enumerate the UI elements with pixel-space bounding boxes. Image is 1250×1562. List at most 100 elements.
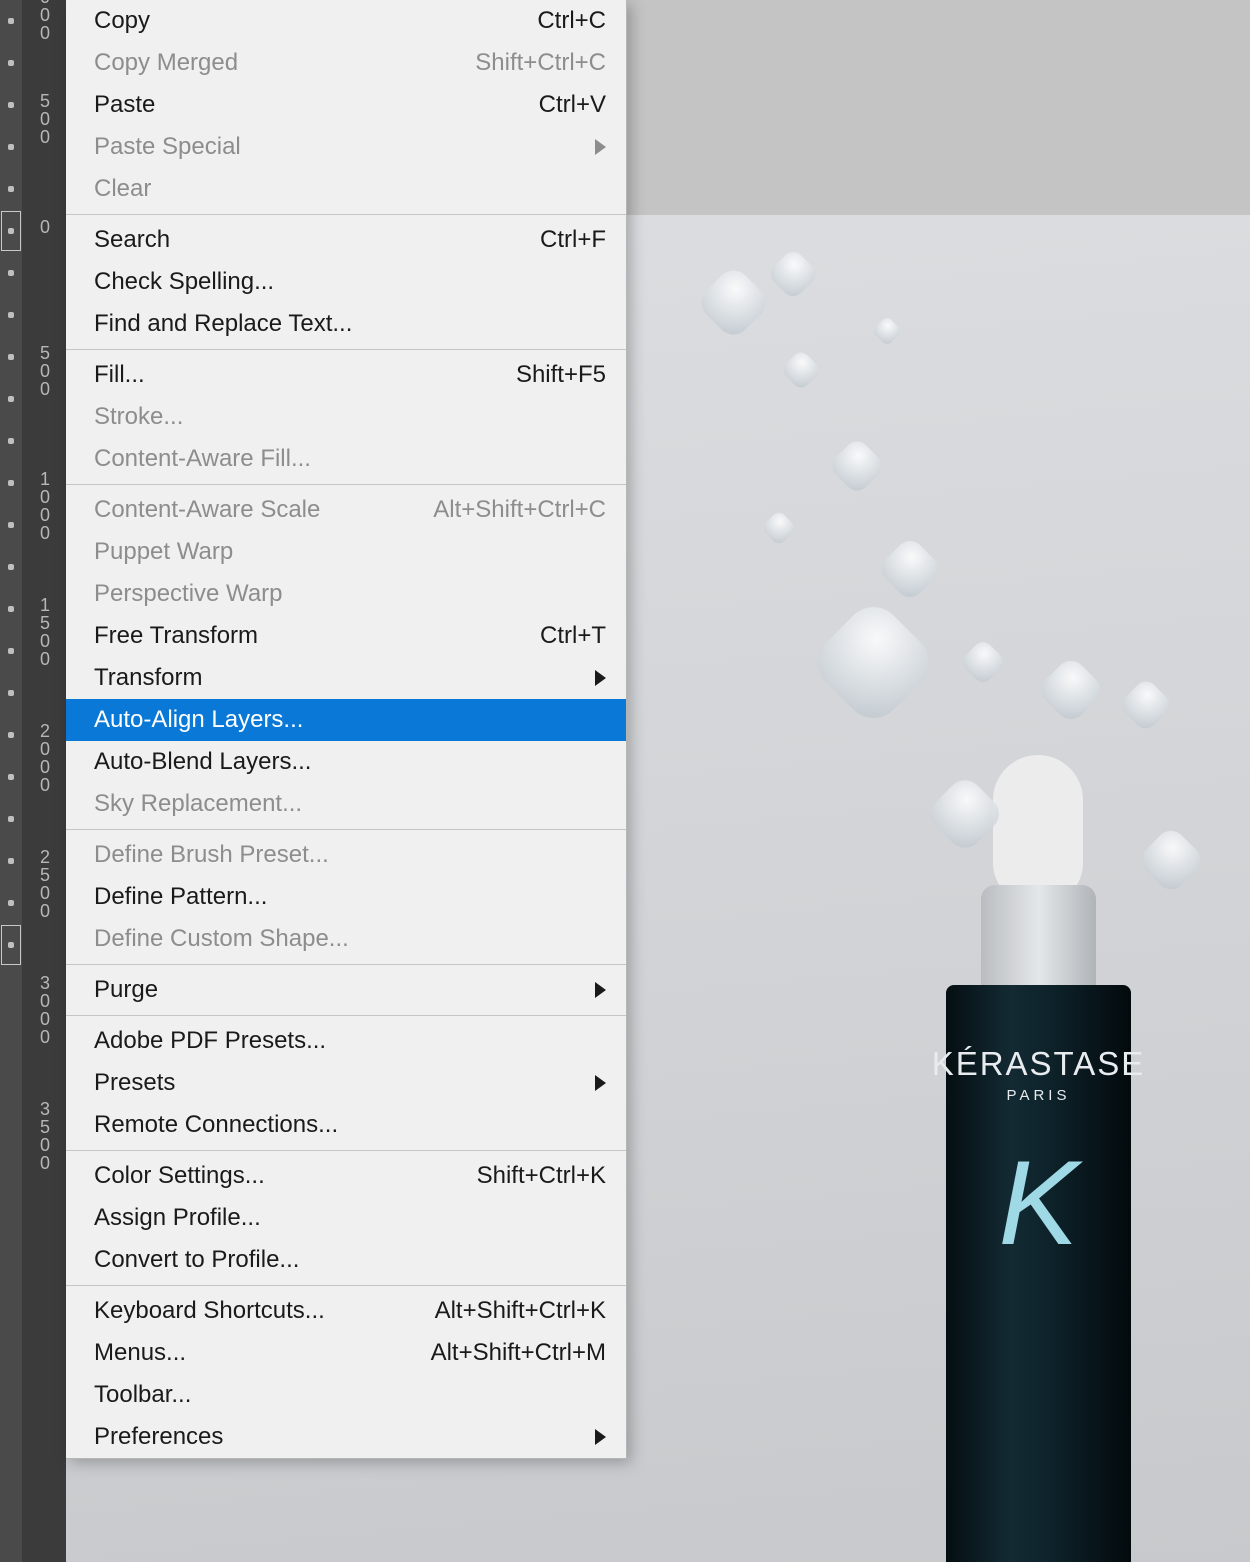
- menu-item-shortcut: Alt+Shift+Ctrl+M: [431, 1339, 606, 1367]
- diamond-icon: [806, 595, 940, 729]
- menu-item-content-aware-fill: Content-Aware Fill...: [66, 438, 626, 480]
- diamond-icon: [761, 510, 798, 547]
- menu-item-transform[interactable]: Transform: [66, 657, 626, 699]
- menu-item-shortcut: Shift+Ctrl+C: [475, 49, 606, 77]
- menu-item-label: Content-Aware Fill...: [94, 445, 311, 473]
- menu-item-keyboard-shortcuts[interactable]: Keyboard Shortcuts...Alt+Shift+Ctrl+K: [66, 1290, 626, 1332]
- tool-slot[interactable]: [0, 0, 22, 42]
- ruler-tick: 3500: [30, 1100, 60, 1172]
- menu-item-label: Define Custom Shape...: [94, 925, 349, 953]
- menu-item-label: Fill...: [94, 361, 145, 389]
- menu-item-label: Search: [94, 226, 170, 254]
- menu-item-purge[interactable]: Purge: [66, 969, 626, 1011]
- menu-item-shortcut: Shift+Ctrl+K: [477, 1162, 606, 1190]
- menu-item-convert-to-profile[interactable]: Convert to Profile...: [66, 1239, 626, 1281]
- diamond-icon: [871, 315, 902, 346]
- menu-item-define-custom-shape: Define Custom Shape...: [66, 918, 626, 960]
- menu-item-shortcut: Ctrl+T: [540, 622, 606, 650]
- menu-item-copy[interactable]: CopyCtrl+C: [66, 0, 626, 42]
- ruler-tick: 500: [30, 344, 60, 398]
- menu-item-perspective-warp: Perspective Warp: [66, 573, 626, 615]
- ruler-tick: 2500: [30, 848, 60, 920]
- tools-panel: [0, 0, 22, 1562]
- ruler-tick: 3000: [30, 974, 60, 1046]
- menu-item-search[interactable]: Search Ctrl+F: [66, 219, 626, 261]
- tool-slot[interactable]: [0, 588, 22, 630]
- menu-item-paste[interactable]: PasteCtrl+V: [66, 84, 626, 126]
- submenu-arrow-icon: [595, 1429, 606, 1445]
- menu-item-assign-profile[interactable]: Assign Profile...: [66, 1197, 626, 1239]
- edit-menu-dropdown[interactable]: CopyCtrl+CCopy MergedShift+Ctrl+CPasteCt…: [66, 0, 627, 1459]
- menu-item-label: Free Transform: [94, 622, 258, 650]
- menu-item-content-aware-scale: Content-Aware ScaleAlt+Shift+Ctrl+C: [66, 489, 626, 531]
- ruler-tick: 1000: [30, 0, 60, 42]
- tool-slot[interactable]: [0, 336, 22, 378]
- tool-slot[interactable]: [0, 126, 22, 168]
- submenu-arrow-icon: [595, 982, 606, 998]
- menu-item-stroke: Stroke...: [66, 396, 626, 438]
- menu-item-label: Find and Replace Text...: [94, 310, 352, 338]
- menu-item-free-transform[interactable]: Free Transform Ctrl+T: [66, 615, 626, 657]
- menu-separator: [66, 214, 626, 215]
- diamond-icon: [780, 349, 822, 391]
- product-sub-text: PARIS: [1007, 1087, 1071, 1104]
- menu-item-label: Puppet Warp: [94, 538, 233, 566]
- menu-item-color-settings[interactable]: Color Settings... Shift+Ctrl+K: [66, 1155, 626, 1197]
- tool-slot[interactable]: [0, 294, 22, 336]
- menu-item-find-and-replace-text[interactable]: Find and Replace Text...: [66, 303, 626, 345]
- menu-item-presets[interactable]: Presets: [66, 1062, 626, 1104]
- menu-item-label: Copy: [94, 7, 150, 35]
- menu-item-toolbar[interactable]: Toolbar...: [66, 1374, 626, 1416]
- ruler-tick: 500: [30, 92, 60, 146]
- ruler-tick: 2000: [30, 722, 60, 794]
- menu-item-clear: Clear: [66, 168, 626, 210]
- menu-separator: [66, 1015, 626, 1016]
- menu-item-paste-special: Paste Special: [66, 126, 626, 168]
- tool-slot[interactable]: [0, 462, 22, 504]
- menu-item-define-pattern[interactable]: Define Pattern...: [66, 876, 626, 918]
- tool-slot-active[interactable]: [0, 210, 22, 252]
- menu-item-label: Toolbar...: [94, 1381, 191, 1409]
- menu-item-auto-blend-layers[interactable]: Auto-Blend Layers...: [66, 741, 626, 783]
- menu-item-label: Preferences: [94, 1423, 223, 1451]
- tool-slot[interactable]: [0, 714, 22, 756]
- menu-item-label: Paste: [94, 91, 155, 119]
- tool-slot[interactable]: [0, 168, 22, 210]
- tool-slot[interactable]: [0, 42, 22, 84]
- tool-slot[interactable]: [0, 672, 22, 714]
- tool-slot[interactable]: [0, 84, 22, 126]
- menu-item-label: Paste Special: [94, 133, 241, 161]
- tool-slot-color[interactable]: [0, 924, 22, 966]
- menu-separator: [66, 349, 626, 350]
- menu-item-label: Menus...: [94, 1339, 186, 1367]
- diamond-icon: [766, 247, 820, 301]
- menu-item-shortcut: Alt+Shift+Ctrl+C: [433, 496, 606, 524]
- tool-slot[interactable]: [0, 840, 22, 882]
- tool-slot[interactable]: [0, 630, 22, 672]
- menu-item-shortcut: Ctrl+F: [540, 226, 606, 254]
- menu-separator: [66, 964, 626, 965]
- tool-slot[interactable]: [0, 252, 22, 294]
- menu-item-fill[interactable]: Fill...Shift+F5: [66, 354, 626, 396]
- tool-slot[interactable]: [0, 798, 22, 840]
- tool-slot[interactable]: [0, 378, 22, 420]
- tool-slot[interactable]: [0, 420, 22, 462]
- tool-slot[interactable]: [0, 756, 22, 798]
- menu-item-copy-merged: Copy Merged Shift+Ctrl+C: [66, 42, 626, 84]
- menu-item-check-spelling[interactable]: Check Spelling...: [66, 261, 626, 303]
- diamond-icon: [1036, 655, 1107, 726]
- menu-item-preferences[interactable]: Preferences: [66, 1416, 626, 1458]
- tool-slot[interactable]: [0, 504, 22, 546]
- menu-item-label: Transform: [94, 664, 202, 692]
- menu-item-label: Clear: [94, 175, 151, 203]
- menu-item-menus[interactable]: Menus... Alt+Shift+Ctrl+M: [66, 1332, 626, 1374]
- tool-slot[interactable]: [0, 882, 22, 924]
- menu-item-auto-align-layers[interactable]: Auto-Align Layers...: [66, 699, 626, 741]
- tool-slot[interactable]: [0, 546, 22, 588]
- menu-item-remote-connections[interactable]: Remote Connections...: [66, 1104, 626, 1146]
- menu-separator: [66, 484, 626, 485]
- menu-item-label: Color Settings...: [94, 1162, 265, 1190]
- menu-item-adobe-pdf-presets[interactable]: Adobe PDF Presets...: [66, 1020, 626, 1062]
- menu-item-label: Convert to Profile...: [94, 1246, 299, 1274]
- menu-item-label: Copy Merged: [94, 49, 238, 77]
